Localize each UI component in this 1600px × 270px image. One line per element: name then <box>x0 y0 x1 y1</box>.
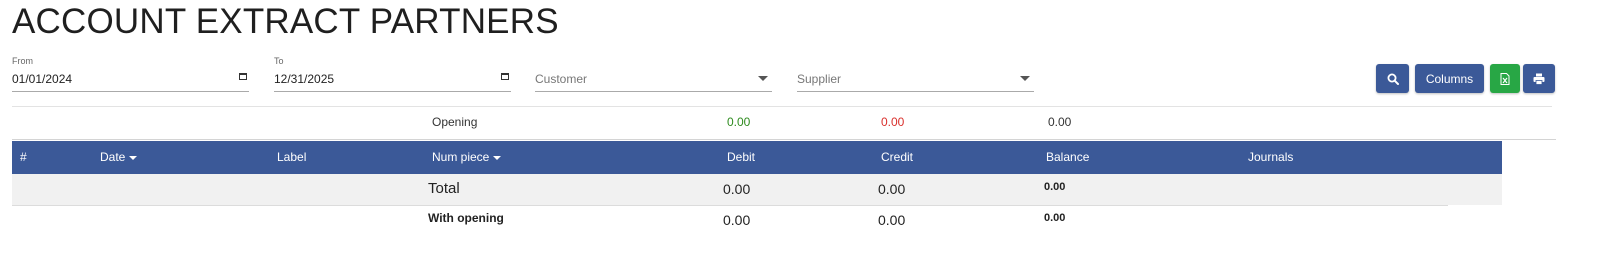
table-header: # Date Label Num piece Debit Credit Bala… <box>12 141 1502 174</box>
header-balance: Balance <box>1046 150 1090 164</box>
to-underline <box>274 91 511 92</box>
from-date-field[interactable]: From 01/01/2024 <box>12 54 249 92</box>
supplier-select[interactable]: Supplier <box>797 54 1034 92</box>
with-opening-debit: 0.00 <box>723 212 751 228</box>
header-date-sortable[interactable]: Date <box>100 150 138 164</box>
from-label: From <box>12 56 33 66</box>
customer-underline <box>535 91 772 92</box>
opening-balance: 0.00 <box>1048 115 1072 129</box>
opening-credit: 0.00 <box>881 115 905 129</box>
supplier-placeholder: Supplier <box>797 72 842 86</box>
from-date-value[interactable]: 01/01/2024 <box>12 72 72 86</box>
to-date-field[interactable]: To 12/31/2025 <box>274 54 511 92</box>
header-debit: Debit <box>727 150 756 164</box>
chevron-down-icon[interactable] <box>758 76 768 81</box>
divider <box>12 205 1448 206</box>
divider <box>12 139 1556 140</box>
chevron-down-icon[interactable] <box>1020 76 1030 81</box>
search-icon <box>1387 73 1399 85</box>
with-opening-balance: 0.00 <box>1044 212 1066 224</box>
total-label: Total <box>428 180 460 197</box>
from-underline <box>12 91 249 92</box>
print-button[interactable] <box>1523 64 1555 93</box>
header-num-piece: Num piece <box>432 150 490 164</box>
supplier-underline <box>797 91 1034 92</box>
print-icon <box>1533 73 1545 85</box>
customer-placeholder: Customer <box>535 72 588 86</box>
header-credit: Credit <box>881 150 914 164</box>
header-index: # <box>20 150 27 164</box>
page-title: ACCOUNT EXTRACT PARTNERS <box>12 2 559 41</box>
export-excel-button[interactable] <box>1490 64 1520 93</box>
excel-icon <box>1500 72 1510 85</box>
opening-label: Opening <box>432 115 478 129</box>
to-date-value[interactable]: 12/31/2025 <box>274 72 334 86</box>
header-date: Date <box>100 150 126 164</box>
total-credit: 0.00 <box>878 181 906 197</box>
opening-debit: 0.00 <box>727 115 751 129</box>
divider <box>12 106 1552 107</box>
calendar-icon[interactable] <box>239 73 247 80</box>
calendar-icon[interactable] <box>501 73 509 80</box>
total-row <box>12 174 1502 205</box>
sort-caret-icon <box>129 155 138 160</box>
total-debit: 0.00 <box>723 181 751 197</box>
sort-caret-icon <box>493 155 502 160</box>
columns-button[interactable]: Columns <box>1415 64 1484 93</box>
total-balance: 0.00 <box>1044 181 1066 193</box>
header-num-piece-sortable[interactable]: Num piece <box>432 150 502 164</box>
header-journals: Journals <box>1248 150 1294 164</box>
to-label: To <box>274 56 284 66</box>
customer-select[interactable]: Customer <box>535 54 772 92</box>
search-button[interactable] <box>1376 64 1409 93</box>
with-opening-credit: 0.00 <box>878 212 906 228</box>
with-opening-label: With opening <box>428 211 504 225</box>
header-label: Label <box>277 150 307 164</box>
